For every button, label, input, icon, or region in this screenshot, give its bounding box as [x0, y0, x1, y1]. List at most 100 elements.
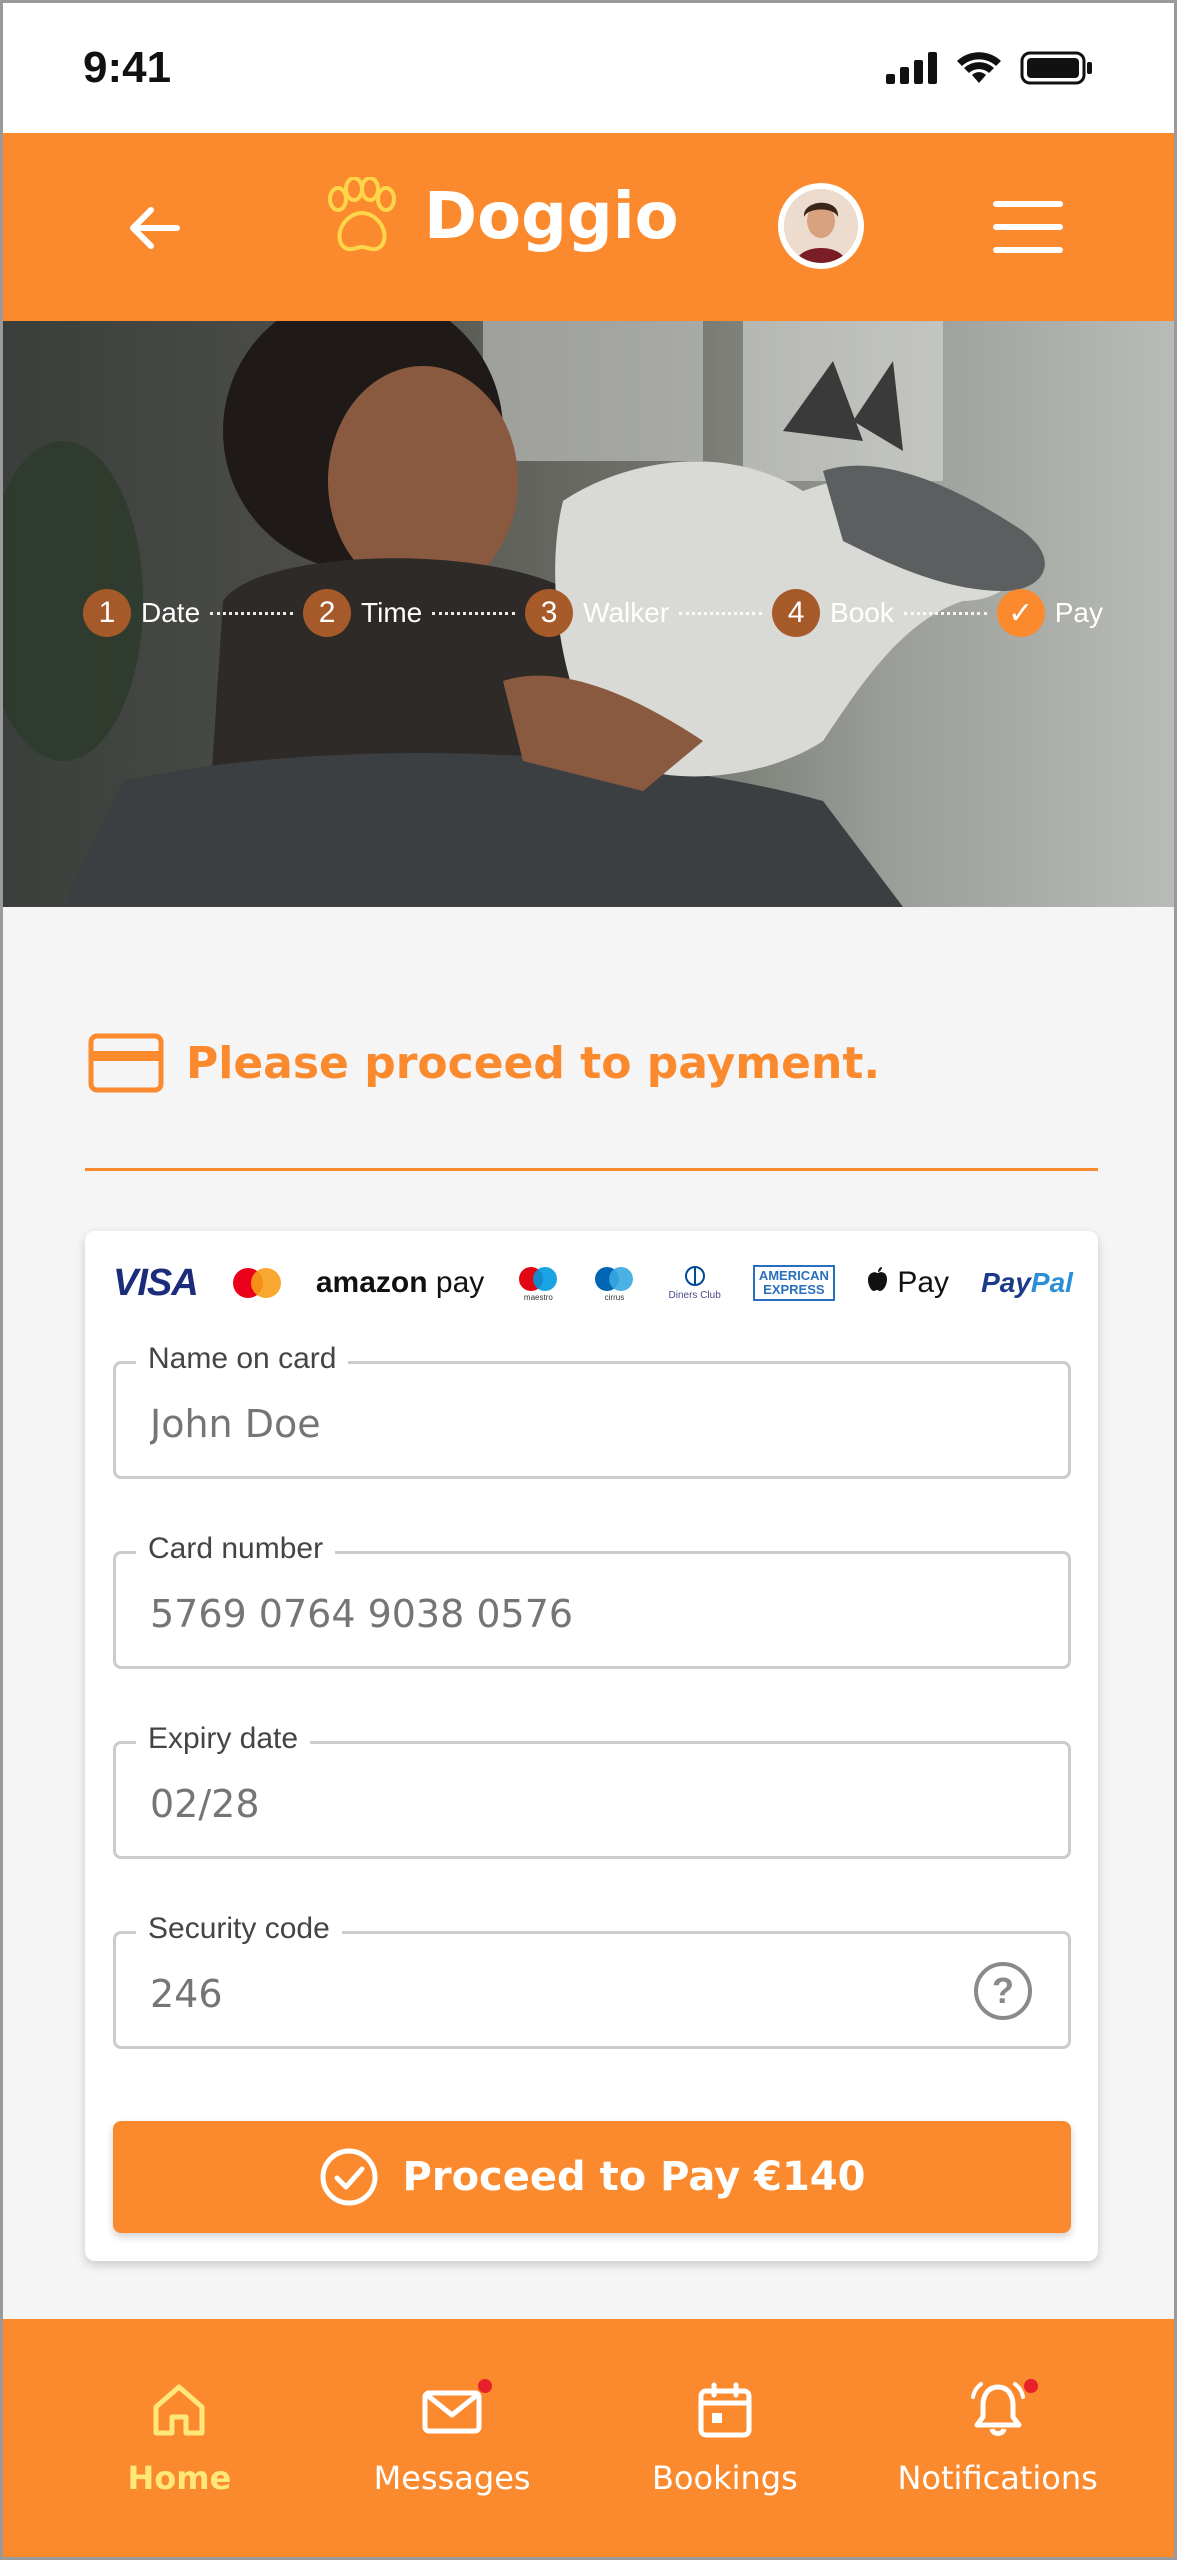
amex-line-1: AMERICAN	[758, 1268, 829, 1283]
step-connector	[210, 611, 294, 615]
nav-bookings-label: Bookings	[651, 2459, 798, 2497]
help-icon[interactable]: ?	[974, 1962, 1032, 2020]
brand-logo: Doggio	[318, 177, 679, 257]
amazon-pay-wordmark: pay	[427, 1266, 485, 1299]
paypal-pay-text: Pay	[981, 1267, 1031, 1298]
security-code-field-label: Security code	[136, 1912, 342, 1946]
step-label: Time	[361, 597, 423, 628]
bell-icon	[970, 2382, 1025, 2436]
maestro-icon	[519, 1266, 558, 1291]
card-number-field: Card number	[113, 1532, 1071, 1669]
amex-line-2: EXPRESS	[763, 1282, 825, 1297]
check-circle-icon	[320, 2148, 378, 2206]
credit-card-icon	[88, 1033, 164, 1093]
step-book[interactable]: 4 Book	[772, 589, 894, 637]
visa-logo: VISA	[113, 1261, 199, 1304]
status-icons	[886, 51, 1094, 85]
step-number: 3	[525, 589, 574, 637]
notification-badge	[1023, 2379, 1038, 2393]
avatar-image	[784, 189, 858, 263]
hero-banner: 1 Date 2 Time 3 Walker 4 Book ✓ Pay	[3, 321, 1174, 907]
step-number: 2	[303, 589, 352, 637]
security-code-input[interactable]	[150, 1972, 910, 2016]
step-label: Walker	[583, 597, 670, 628]
cellular-signal-icon	[886, 52, 937, 84]
section-divider	[85, 1168, 1098, 1171]
menu-bar	[993, 247, 1063, 253]
step-connector	[679, 611, 763, 615]
expiry-input[interactable]	[150, 1782, 1010, 1826]
amex-logo: AMERICAN EXPRESS	[752, 1265, 835, 1301]
phone-screen: 9:41 Doggio 1 Date 2 Time 3 Walker 4 Boo…	[0, 0, 1177, 2560]
status-time: 9:41	[83, 43, 172, 92]
app-header: Doggio	[3, 133, 1174, 321]
step-date[interactable]: 1 Date	[83, 589, 200, 637]
cirrus-logo: cirrus	[592, 1265, 636, 1302]
step-label: Pay	[1054, 597, 1103, 628]
diners-icon	[684, 1266, 705, 1286]
booking-stepper: 1 Date 2 Time 3 Walker 4 Book ✓ Pay	[83, 589, 1103, 637]
step-connector	[432, 611, 516, 615]
home-icon	[153, 2384, 205, 2436]
nav-messages[interactable]: Messages	[332, 2319, 572, 2557]
menu-bar	[993, 201, 1063, 207]
user-avatar[interactable]	[778, 183, 864, 269]
mail-icon	[422, 2390, 482, 2434]
paw-icon	[328, 177, 396, 252]
security-code-field: Security code ?	[113, 1912, 1071, 2049]
step-label: Book	[830, 597, 894, 628]
paypal-pal-text: Pal	[1030, 1267, 1073, 1298]
payment-heading: Please proceed to payment.	[88, 1033, 880, 1093]
apple-icon	[867, 1267, 887, 1291]
card-number-field-label: Card number	[136, 1532, 336, 1566]
arrow-left-icon	[130, 207, 180, 249]
nav-messages-label: Messages	[373, 2459, 531, 2497]
nav-notifications[interactable]: Notifications	[878, 2319, 1118, 2557]
menu-bar	[993, 224, 1063, 230]
amazon-wordmark: amazon	[315, 1266, 428, 1299]
payment-card: VISA amazon pay maestro cirrus Diners Cl…	[85, 1231, 1098, 2261]
expiry-field-label: Expiry date	[136, 1722, 311, 1756]
step-number: 1	[83, 589, 131, 637]
step-time[interactable]: 2 Time	[303, 589, 422, 637]
status-bar: 9:41	[3, 3, 1174, 133]
check-icon: ✓	[996, 589, 1045, 637]
payment-heading-text: Please proceed to payment.	[186, 1037, 881, 1089]
brand-name: Doggio	[424, 180, 679, 254]
proceed-to-pay-label: Proceed to Pay €140	[402, 2154, 866, 2200]
notification-badge	[478, 2379, 493, 2393]
expiry-field: Expiry date	[113, 1722, 1071, 1859]
name-field: Name on card	[113, 1342, 1071, 1479]
diners-text: Diners Club	[668, 1290, 721, 1301]
back-button[interactable]	[113, 188, 193, 268]
nav-home-label: Home	[127, 2459, 232, 2497]
amazon-pay-logo: amazon pay	[316, 1266, 484, 1300]
calendar-icon	[698, 2382, 752, 2438]
step-walker[interactable]: 3 Walker	[525, 589, 669, 637]
step-label: Date	[141, 597, 201, 628]
diners-club-logo: Diners Club	[669, 1265, 721, 1301]
step-connector	[903, 611, 987, 615]
card-number-input[interactable]	[150, 1592, 1010, 1636]
name-input[interactable]	[150, 1402, 1010, 1446]
paypal-logo: PayPal	[981, 1267, 1073, 1299]
payment-logos: VISA amazon pay maestro cirrus Diners Cl…	[113, 1253, 1073, 1313]
apple-pay-logo: Pay	[867, 1266, 949, 1300]
name-field-label: Name on card	[136, 1342, 349, 1376]
proceed-to-pay-button[interactable]: Proceed to Pay €140	[113, 2121, 1071, 2233]
bottom-navigation: Home Messages Bookings Notifications	[3, 2319, 1174, 2557]
nav-bookings[interactable]: Bookings	[605, 2319, 845, 2557]
step-number: 4	[772, 589, 821, 637]
battery-icon	[1020, 51, 1092, 85]
wifi-icon	[957, 52, 1001, 83]
maestro-text: maestro	[523, 1292, 553, 1302]
apple-pay-text: Pay	[888, 1266, 950, 1299]
cirrus-icon	[595, 1266, 634, 1291]
nav-notifications-label: Notifications	[897, 2459, 1098, 2497]
mastercard-logo	[232, 1268, 281, 1298]
step-pay[interactable]: ✓ Pay	[996, 589, 1103, 637]
menu-button[interactable]	[993, 201, 1063, 253]
cirrus-text: cirrus	[604, 1292, 625, 1302]
nav-home[interactable]: Home	[59, 2319, 299, 2557]
maestro-logo: maestro	[516, 1265, 560, 1302]
